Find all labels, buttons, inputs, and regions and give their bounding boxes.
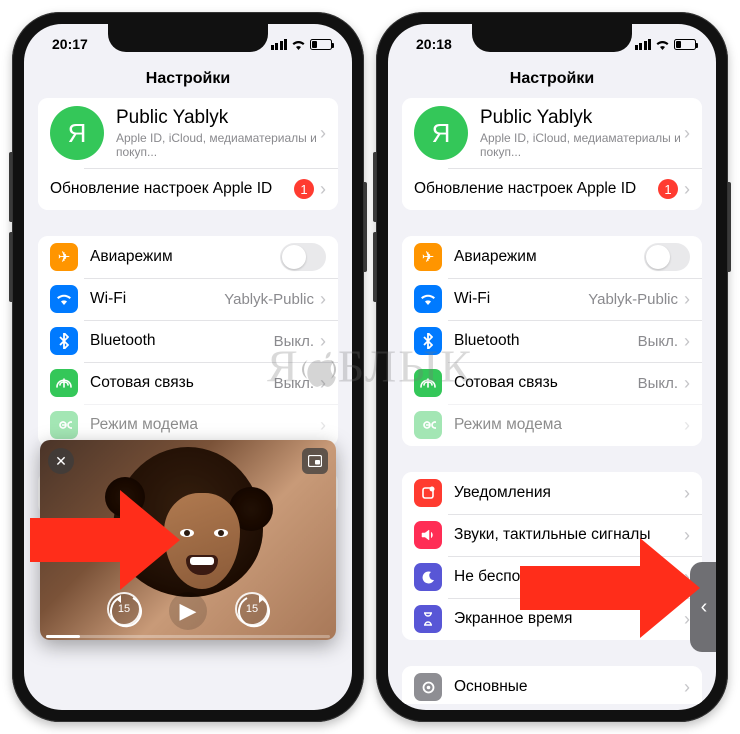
chevron-right-icon: › [320,289,326,310]
pip-controls: 15 ▶ 15 [40,592,336,630]
airplane-toggle[interactable] [280,243,326,271]
badge: 1 [658,179,678,199]
row-value: Выкл. [638,333,678,350]
bluetooth-row[interactable]: Bluetooth Выкл. › [38,320,338,362]
chevron-right-icon: › [684,483,690,504]
row-value: Yablyk-Public [224,291,314,308]
chevron-right-icon: › [684,677,690,698]
profile-sub: Apple ID, iCloud, медиаматериалы и покуп… [116,131,320,159]
status-time: 20:17 [52,36,88,52]
wifi-icon [655,39,670,50]
cellular-signal-icon [271,39,288,50]
status-time: 20:18 [416,36,452,52]
notifications-row[interactable]: Уведомления › [402,472,702,514]
bluetooth-row[interactable]: Bluetooth Выкл. › [402,320,702,362]
airplane-icon: ✈ [414,243,442,271]
row-value: Выкл. [638,375,678,392]
play-button[interactable]: ▶ [169,592,207,630]
cellular-icon [50,369,78,397]
chevron-right-icon: › [684,289,690,310]
wifi-row[interactable]: Wi-Fi Yablyk-Public › [38,278,338,320]
row-label: Сотовая связь [90,374,274,392]
pip-close-button[interactable]: ✕ [48,448,74,474]
row-label: Обновление настроек Apple ID [50,180,294,198]
hotspot-icon [50,411,78,439]
row-value: Выкл. [274,333,314,350]
cellular-signal-icon [635,39,652,50]
airplane-icon: ✈ [50,243,78,271]
apple-id-row[interactable]: Я Public Yablyk Apple ID, iCloud, медиам… [402,98,702,168]
chevron-right-icon: › [320,415,326,436]
wifi-icon [291,39,306,50]
row-label: Wi-Fi [90,290,224,308]
skip-back-button[interactable]: 15 [107,592,141,626]
pip-expand-button[interactable] [302,448,328,474]
nav-title: Настройки [24,64,352,98]
notch [108,24,268,52]
row-value: Yablyk-Public [588,291,678,308]
sounds-icon [414,521,442,549]
screen-left: 20:17 Настройки Я Public Yablyk Apple ID… [24,24,352,710]
apple-id-update-row[interactable]: Обновление настроек Apple ID 1 › [402,168,702,210]
annotation-arrow-left [30,490,180,590]
chevron-right-icon: › [320,331,326,352]
apple-id-update-row[interactable]: Обновление настроек Apple ID 1 › [38,168,338,210]
cellular-row[interactable]: Сотовая связь Выкл. › [402,362,702,404]
row-label: Режим модема [90,416,320,434]
row-label: Сотовая связь [454,374,638,392]
iphone-left: 20:17 Настройки Я Public Yablyk Apple ID… [12,12,364,722]
airplane-mode-row[interactable]: ✈ Авиарежим [38,236,338,278]
nav-title: Настройки [388,64,716,98]
profile-name: Public Yablyk [480,107,684,129]
annotation-arrow-right [520,538,700,638]
avatar: Я [50,106,104,160]
badge: 1 [294,179,314,199]
chevron-right-icon: › [684,179,690,200]
wifi-icon [414,285,442,313]
chevron-right-icon: › [684,415,690,436]
row-label: Авиарежим [90,248,280,266]
chevron-right-icon: › [684,123,690,144]
bluetooth-icon [50,327,78,355]
general-row[interactable]: Основные › [402,666,702,704]
profile-sub: Apple ID, iCloud, медиаматериалы и покуп… [480,131,684,159]
pip-progress-bar[interactable] [46,635,330,638]
row-label: Режим модема [454,416,684,434]
skip-forward-button[interactable]: 15 [235,592,269,626]
chevron-right-icon: › [320,373,326,394]
chevron-right-icon: › [684,373,690,394]
gear-icon [414,673,442,701]
hotspot-row[interactable]: Режим модема › [402,404,702,446]
bluetooth-icon [414,327,442,355]
airplane-toggle[interactable] [644,243,690,271]
hourglass-icon [414,605,442,633]
row-label: Wi-Fi [454,290,588,308]
row-label: Bluetooth [454,332,638,350]
wifi-row[interactable]: Wi-Fi Yablyk-Public › [402,278,702,320]
apple-id-row[interactable]: Я Public Yablyk Apple ID, iCloud, медиам… [38,98,338,168]
cellular-row[interactable]: Сотовая связь Выкл. › [38,362,338,404]
battery-icon [674,39,696,50]
battery-icon [310,39,332,50]
wifi-icon [50,285,78,313]
chevron-right-icon: › [684,331,690,352]
row-label: Bluetooth [90,332,274,350]
row-value: Выкл. [274,375,314,392]
row-label: Обновление настроек Apple ID [414,180,658,198]
row-label: Уведомления [454,484,684,502]
cellular-icon [414,369,442,397]
hotspot-icon [414,411,442,439]
moon-icon [414,563,442,591]
row-label: Основные [454,678,684,696]
chevron-right-icon: › [320,179,326,200]
airplane-mode-row[interactable]: ✈ Авиарежим [402,236,702,278]
row-label: Авиарежим [454,248,644,266]
notifications-icon [414,479,442,507]
notch [472,24,632,52]
avatar: Я [414,106,468,160]
profile-name: Public Yablyk [116,107,320,129]
chevron-right-icon: › [320,123,326,144]
